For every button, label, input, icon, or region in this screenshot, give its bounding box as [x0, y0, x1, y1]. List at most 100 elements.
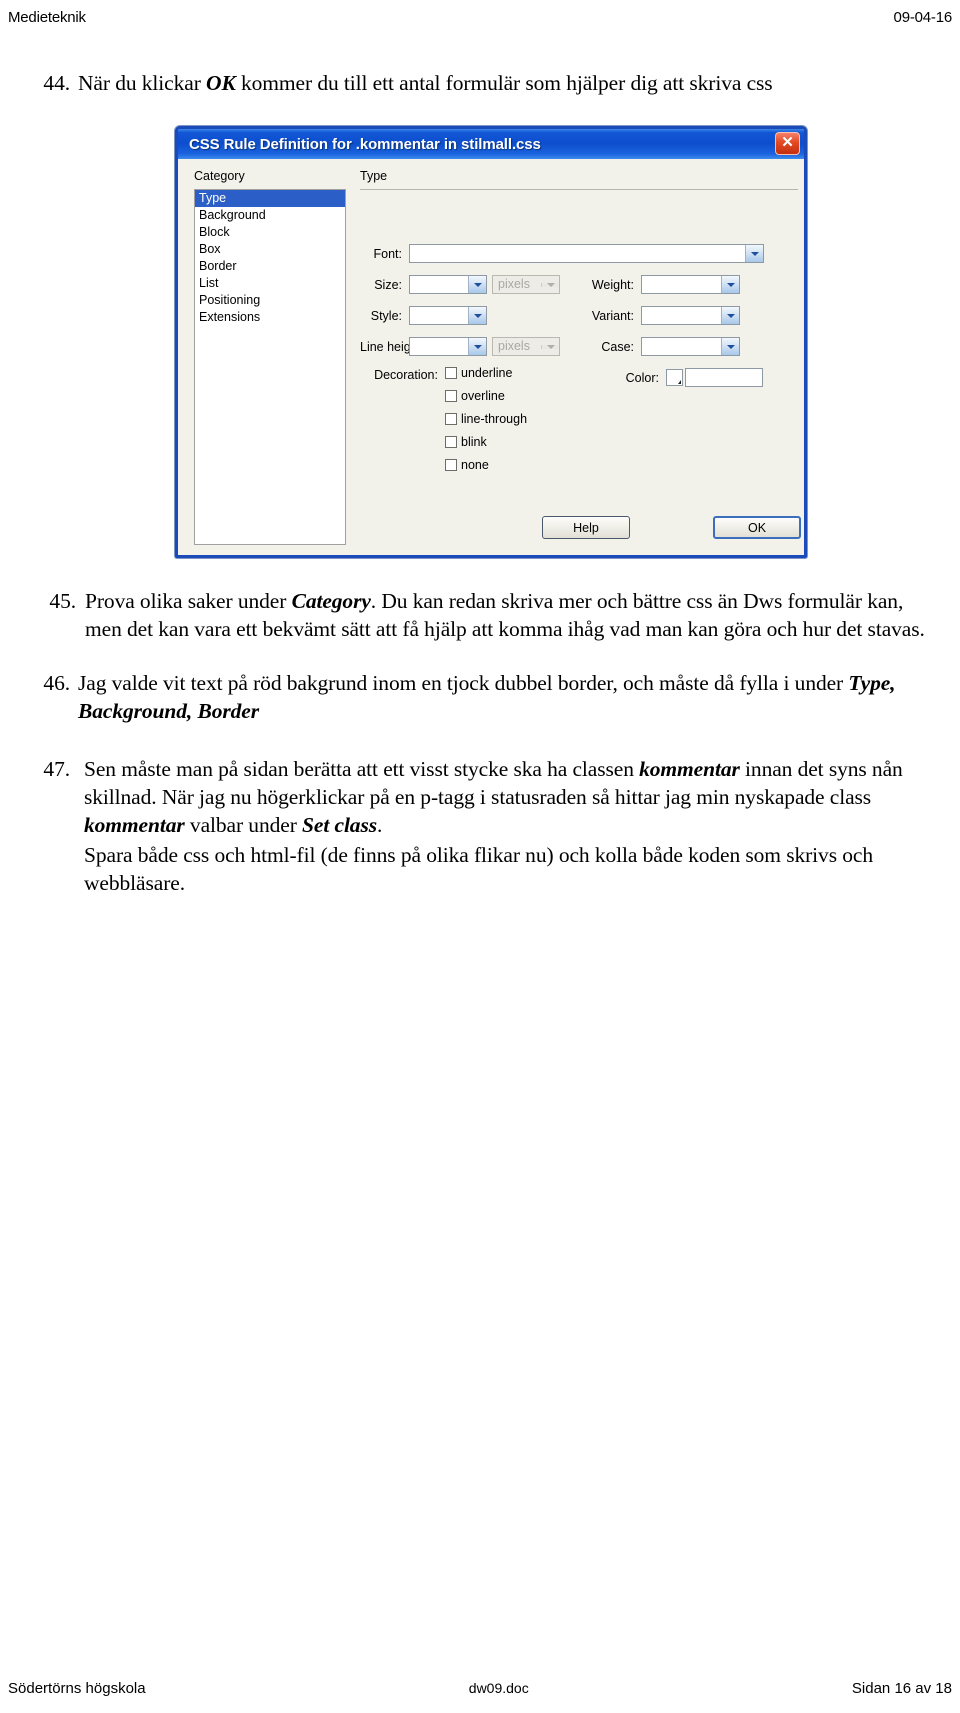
line-height-field-row: Line height: pixels Case: — [360, 337, 740, 356]
category-item-type[interactable]: Type — [195, 190, 345, 207]
checkbox-icon[interactable] — [445, 413, 457, 425]
chevron-down-icon[interactable] — [745, 245, 763, 262]
chevron-down-icon[interactable] — [468, 276, 486, 293]
chevron-down-icon[interactable] — [721, 338, 739, 355]
item-47-paragraph-1: Sen måste man på sidan berätta att ett v… — [84, 756, 932, 840]
chevron-down-icon — [541, 344, 559, 349]
line-height-select[interactable] — [409, 337, 487, 356]
size-unit-value: pixels — [498, 277, 530, 291]
item-45-text: Prova olika saker under Category. Du kan… — [85, 588, 932, 644]
checkbox-icon[interactable] — [445, 390, 457, 402]
item-44-emphasis-ok: OK — [206, 71, 236, 95]
item-45-emphasis-category: Category — [291, 589, 371, 613]
chevron-down-icon[interactable] — [468, 338, 486, 355]
category-item-extensions[interactable]: Extensions — [195, 309, 345, 326]
category-item-list[interactable]: List — [195, 275, 345, 292]
panel-heading: Type — [360, 169, 388, 183]
line-height-unit-select: pixels — [492, 337, 560, 356]
decoration-label-row: Decoration: — [360, 368, 445, 382]
color-field-row: Color: — [603, 368, 763, 387]
decoration-blink-checkbox[interactable]: blink — [445, 435, 487, 449]
document-content-lower: 45. Prova olika saker under Category. Du… — [0, 588, 960, 897]
decoration-underline-label: underline — [461, 366, 513, 380]
style-field-row: Style: Variant: — [360, 306, 740, 325]
font-label: Font: — [373, 246, 403, 261]
footer-institution: Södertörns högskola — [8, 1679, 146, 1697]
size-select[interactable] — [409, 275, 487, 294]
category-item-box[interactable]: Box — [195, 241, 345, 258]
decoration-blink-label: blink — [461, 435, 487, 449]
header-course-label: Medieteknik — [8, 8, 86, 26]
item-46-text: Jag valde vit text på röd bakgrund inom … — [78, 670, 900, 726]
font-select[interactable] — [409, 244, 764, 263]
line-height-unit-value: pixels — [498, 339, 530, 353]
item-46-number: 46. — [43, 670, 70, 695]
list-item-45: 45. Prova olika saker under Category. Du… — [0, 588, 960, 644]
color-input[interactable] — [685, 368, 763, 387]
list-item-47: 47. Sen måste man på sidan berätta att e… — [0, 756, 960, 898]
case-label: Case: — [601, 339, 634, 354]
page-running-footer: Södertörns högskola dw09.doc Sidan 16 av… — [0, 1677, 960, 1699]
category-list-label: Category — [194, 169, 245, 183]
category-item-background[interactable]: Background — [195, 207, 345, 224]
decoration-line-through-label: line-through — [461, 412, 528, 426]
css-rule-definition-dialog: CSS Rule Definition for .kommentar in st… — [175, 126, 807, 558]
item-44-number: 44. — [43, 71, 70, 95]
category-item-positioning[interactable]: Positioning — [195, 292, 345, 309]
checkbox-icon[interactable] — [445, 367, 457, 379]
item-47-emphasis-set-class: Set class — [302, 812, 377, 837]
size-unit-select: pixels — [492, 275, 560, 294]
item-47-emphasis-kommentar-2: kommentar — [84, 812, 185, 837]
header-date: 09-04-16 — [893, 8, 953, 26]
decoration-overline-checkbox[interactable]: overline — [445, 389, 505, 403]
dialog-titlebar: CSS Rule Definition for .kommentar in st… — [178, 129, 804, 159]
font-field-row: Font: — [360, 244, 772, 263]
weight-select[interactable] — [641, 275, 740, 294]
item-47-number: 47. — [43, 756, 70, 781]
chevron-down-icon[interactable] — [721, 276, 739, 293]
list-item-46: 46. Jag valde vit text på röd bakgrund i… — [0, 670, 960, 726]
weight-label: Weight: — [591, 277, 634, 292]
decoration-underline-checkbox[interactable]: underline — [445, 366, 512, 380]
list-item-44: 44. När du klickar OK kommer du till ett… — [0, 70, 960, 98]
decoration-none-checkbox[interactable]: none — [445, 458, 489, 472]
decoration-label: Decoration: — [374, 368, 438, 382]
variant-label: Variant: — [591, 308, 634, 323]
item-44-text-part2: kommer du till ett antal formulär som hj… — [235, 71, 773, 95]
category-item-block[interactable]: Block — [195, 224, 345, 241]
ok-button[interactable]: OK — [713, 516, 801, 539]
item-47-paragraph-2: Spara både css och html-fil (de finns på… — [84, 842, 873, 895]
embedded-screenshot: CSS Rule Definition for .kommentar in st… — [175, 126, 807, 558]
item-44-text: När du klickar OK kommer du till ett ant… — [78, 70, 900, 98]
color-picker-swatch[interactable] — [666, 369, 683, 386]
item-47-emphasis-kommentar-1: kommentar — [639, 756, 740, 781]
chevron-down-icon[interactable] — [468, 307, 486, 324]
decoration-overline-label: overline — [461, 389, 505, 403]
chevron-down-icon — [541, 282, 559, 287]
decoration-line-through-checkbox[interactable]: line-through — [445, 412, 527, 426]
footer-filename: dw09.doc — [468, 1680, 529, 1696]
help-button[interactable]: Help — [542, 516, 630, 539]
checkbox-icon[interactable] — [445, 436, 457, 448]
item-47-text-part4: . — [377, 812, 383, 837]
dialog-title: CSS Rule Definition for .kommentar in st… — [189, 135, 541, 153]
item-44-text-part1: När du klickar — [78, 71, 207, 95]
item-45-text-part1: Prova olika saker under — [85, 589, 292, 613]
close-icon[interactable]: ✕ — [775, 132, 800, 155]
style-label: Style: — [370, 308, 402, 323]
item-47-text-part1: Sen måste man på sidan berätta att ett v… — [84, 756, 640, 781]
chevron-down-icon[interactable] — [721, 307, 739, 324]
dialog-body: Category Type Type Background Block Box … — [178, 159, 804, 555]
variant-select[interactable] — [641, 306, 740, 325]
category-list[interactable]: Type Background Block Box Border List Po… — [194, 189, 346, 545]
size-label: Size: — [374, 277, 402, 292]
style-select[interactable] — [409, 306, 487, 325]
close-icon-glyph: ✕ — [781, 134, 794, 151]
page-running-header: Medieteknik 09-04-16 — [0, 0, 960, 34]
case-select[interactable] — [641, 337, 740, 356]
category-item-border[interactable]: Border — [195, 258, 345, 275]
item-46-text-part1: Jag valde vit text på röd bakgrund inom … — [78, 670, 849, 695]
item-47-text: Sen måste man på sidan berätta att ett v… — [84, 756, 932, 898]
checkbox-icon[interactable] — [445, 459, 457, 471]
color-label: Color: — [625, 370, 659, 385]
